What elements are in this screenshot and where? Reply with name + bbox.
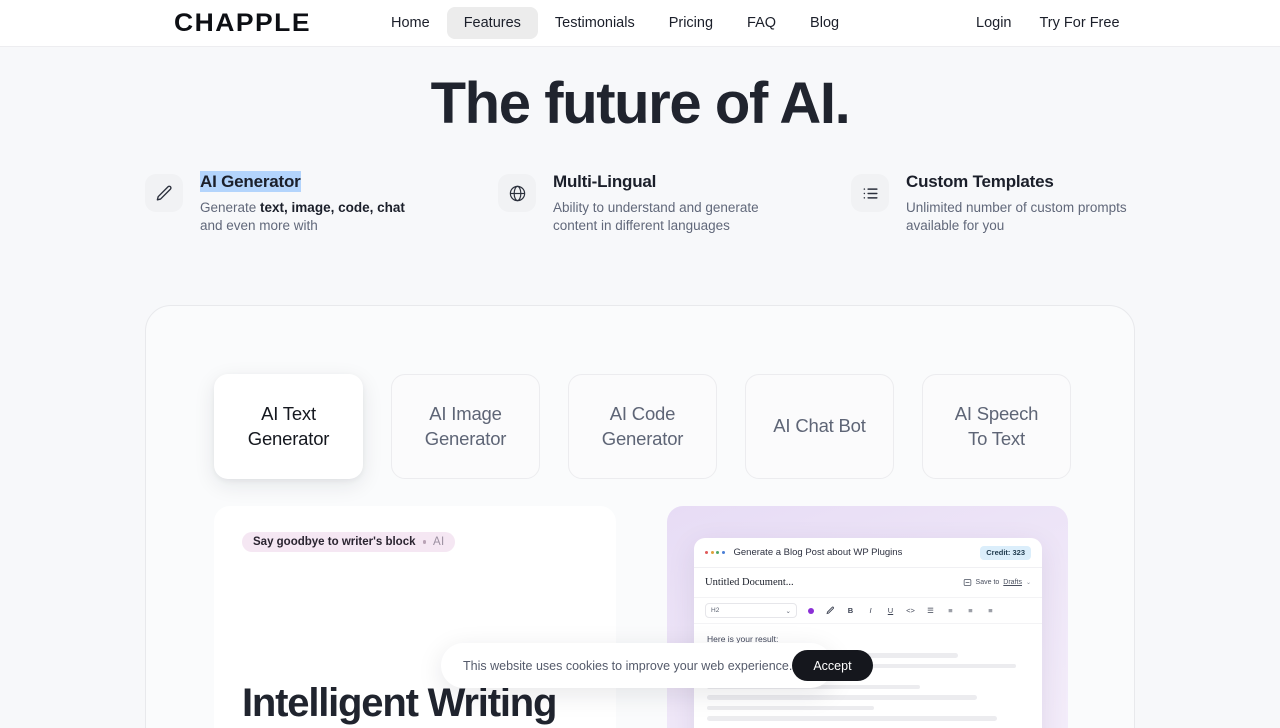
- credit-badge: Credit: 323: [980, 545, 1031, 560]
- underline-icon[interactable]: U: [886, 606, 895, 615]
- feature-ai-generator: AI Generator Generate text, image, code,…: [145, 170, 498, 235]
- editor-app-mockup: Generate a Blog Post about WP Plugins Cr…: [694, 538, 1042, 728]
- tab-label-line2: To Text: [968, 427, 1025, 449]
- badge-tag: AI: [433, 536, 445, 548]
- feature-desc-lead: Generate: [200, 200, 261, 216]
- nav-item-blog[interactable]: Blog: [793, 7, 856, 39]
- editor-toolbar: H2 ⌄ B I U <> ☰ ≡ ≡ ≡: [694, 598, 1042, 624]
- align-left-icon[interactable]: ≡: [946, 606, 955, 615]
- code-icon[interactable]: <>: [906, 606, 915, 615]
- tab-ai-chat-bot[interactable]: AI Chat Bot: [745, 374, 894, 479]
- save-to-drafts-button[interactable]: Save to Drafts ⌄: [963, 578, 1031, 587]
- tab-label-line1: AI Image: [429, 402, 502, 424]
- pencil-icon[interactable]: [826, 606, 835, 615]
- accept-cookies-button[interactable]: Accept: [792, 650, 873, 681]
- heading-level-select[interactable]: H2 ⌄: [705, 603, 797, 618]
- align-center-icon[interactable]: ≡: [966, 606, 975, 615]
- feature-multi-lingual: Multi-Lingual Ability to understand and …: [498, 170, 851, 235]
- save-label-lead: Save to: [975, 579, 1000, 586]
- chevron-down-icon: ⌄: [785, 607, 791, 615]
- skeleton-line: [707, 705, 875, 710]
- tab-content-right-pane: Generate a Blog Post about WP Plugins Cr…: [667, 506, 1068, 728]
- save-label-link: Drafts: [1003, 579, 1022, 586]
- tab-ai-speech-to-text[interactable]: AI Speech To Text: [922, 374, 1071, 479]
- window-dots-icon: [705, 551, 725, 554]
- tab-label-line1: AI Code: [609, 402, 676, 424]
- feature-custom-templates: Custom Templates Unlimited number of cus…: [851, 170, 1150, 235]
- list-icon[interactable]: ☰: [926, 606, 935, 615]
- tab-ai-image-generator[interactable]: AI Image Generator: [391, 374, 540, 479]
- feature-title: AI Generator: [200, 171, 301, 193]
- feature-title: Multi-Lingual: [553, 172, 657, 191]
- tab-label-line2: Generator: [424, 427, 507, 449]
- nav-item-home[interactable]: Home: [374, 7, 447, 39]
- tab-label-line2: Generator: [247, 427, 330, 449]
- tab-label-line1: AI Chat Bot: [773, 415, 866, 437]
- page-title: The future of AI.: [430, 71, 851, 136]
- cookie-message: This website uses cookies to improve you…: [463, 658, 793, 673]
- nav-item-faq[interactable]: FAQ: [730, 7, 793, 39]
- heading-level-value: H2: [711, 607, 720, 614]
- tab-label-line1: AI Speech: [954, 402, 1039, 424]
- tab-label-line2: Generator: [601, 427, 684, 449]
- stage-heading: Intelligent Writing Assistant: [242, 681, 557, 728]
- feature-title: Custom Templates: [906, 172, 1054, 191]
- globe-icon: [498, 174, 536, 212]
- skeleton-line: [707, 695, 978, 700]
- auth-nav-links: Login Try For Free: [962, 7, 1134, 39]
- login-link[interactable]: Login: [962, 7, 1025, 39]
- tab-ai-code-generator[interactable]: AI Code Generator: [568, 374, 717, 479]
- feature-desc-bold: text, image, code, chat: [260, 200, 405, 216]
- editor-header: Generate a Blog Post about WP Plugins Cr…: [694, 538, 1042, 568]
- feature-highlights-row: AI Generator Generate text, image, code,…: [145, 170, 1150, 235]
- save-icon: [963, 579, 971, 586]
- bold-icon[interactable]: B: [846, 606, 855, 615]
- cookie-consent-banner: This website uses cookies to improve you…: [441, 643, 873, 688]
- color-dot-icon[interactable]: [806, 606, 815, 615]
- primary-nav-links: Home Features Testimonials Pricing FAQ B…: [374, 7, 856, 39]
- feature-description: Unlimited number of custom prompts avail…: [906, 200, 1127, 234]
- align-right-icon[interactable]: ≡: [986, 606, 995, 615]
- nav-item-features[interactable]: Features: [446, 7, 538, 39]
- chevron-down-icon: ⌄: [1025, 580, 1031, 586]
- tab-label-line1: AI Text: [261, 402, 316, 424]
- ai-tool-tab-list: AI Text Generator AI Image Generator AI Co…: [214, 374, 1071, 479]
- editor-prompt-title: Generate a Blog Post about WP Plugins: [733, 547, 903, 558]
- feature-description: Ability to understand and generate conte…: [553, 200, 759, 234]
- italic-icon[interactable]: I: [866, 606, 875, 615]
- feature-desc-tail: and even more with: [200, 218, 318, 234]
- tab-content-left-pane: Say goodbye to writer's block AI Intelli…: [214, 506, 616, 728]
- document-title[interactable]: Untitled Document...: [705, 577, 794, 588]
- list-icon: [851, 174, 889, 212]
- feature-description: Generate text, image, code, chat and eve…: [200, 199, 425, 235]
- nav-item-testimonials[interactable]: Testimonials: [538, 7, 652, 39]
- skeleton-line: [707, 716, 997, 721]
- top-navigation-bar: CHAPPLE Home Features Testimonials Prici…: [0, 0, 1280, 47]
- try-for-free-link[interactable]: Try For Free: [1025, 7, 1133, 39]
- pencil-icon: [145, 174, 183, 212]
- formatting-icons: B I U <> ☰ ≡ ≡ ≡: [806, 606, 995, 615]
- editor-document-bar: Untitled Document... Save to Drafts ⌄: [694, 568, 1042, 598]
- status-badge: Say goodbye to writer's block AI: [242, 532, 456, 552]
- nav-item-pricing[interactable]: Pricing: [652, 7, 730, 39]
- brand-logo[interactable]: CHAPPLE: [174, 10, 311, 36]
- badge-text: Say goodbye to writer's block: [253, 536, 416, 548]
- tab-ai-text-generator[interactable]: AI Text Generator: [214, 374, 363, 479]
- badge-separator-dot: [422, 540, 426, 544]
